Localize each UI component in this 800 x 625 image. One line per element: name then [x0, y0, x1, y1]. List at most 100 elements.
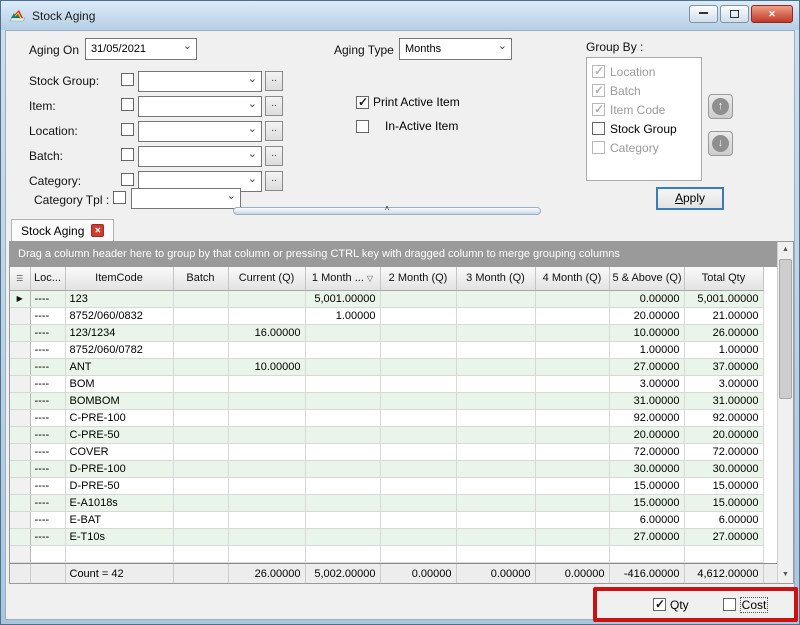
cell-m4[interactable] [535, 494, 609, 511]
cell-m4[interactable] [535, 392, 609, 409]
cell-batch[interactable] [173, 477, 228, 494]
cell-m1[interactable] [305, 341, 380, 358]
cell-m2[interactable] [380, 290, 456, 307]
cell-item[interactable]: BOM [65, 375, 173, 392]
scroll-down-icon[interactable]: ▼ [778, 567, 793, 583]
col-header-2-month-q[interactable]: 2 Month (Q) [380, 267, 456, 290]
cell-m1[interactable] [305, 392, 380, 409]
cell-item[interactable]: D-PRE-50 [65, 477, 173, 494]
table-row[interactable]: ----E-BAT6.000006.00000 [10, 511, 763, 528]
cell-m4[interactable] [535, 528, 609, 545]
cell-above[interactable]: 15.00000 [609, 477, 684, 494]
cell-m2[interactable] [380, 307, 456, 324]
cell-batch[interactable] [173, 511, 228, 528]
cell-batch[interactable] [173, 494, 228, 511]
cell-m1[interactable] [305, 460, 380, 477]
cell-m3[interactable] [456, 477, 535, 494]
table-row[interactable]: ----COVER72.0000072.00000 [10, 443, 763, 460]
cell-total[interactable]: 5,001.00000 [684, 290, 763, 307]
qty-option[interactable]: Qty [653, 598, 689, 612]
cell-item[interactable]: COVER [65, 443, 173, 460]
cell-m3[interactable] [456, 375, 535, 392]
table-row[interactable]: ----E-T10s27.0000027.00000 [10, 528, 763, 545]
group-by-drop-area[interactable]: Drag a column header here to group by th… [10, 242, 777, 267]
location-checkbox[interactable] [121, 123, 134, 136]
cell-m4[interactable] [535, 290, 609, 307]
cell-current[interactable]: 16.00000 [228, 324, 305, 341]
cell-above[interactable]: 20.00000 [609, 307, 684, 324]
cell-m3[interactable] [456, 324, 535, 341]
item-checkbox[interactable] [121, 98, 134, 111]
category-tpl-checkbox[interactable] [113, 191, 126, 204]
batch-combobox[interactable]: ⌄ [138, 146, 262, 167]
cell-batch[interactable] [173, 290, 228, 307]
cell-m4[interactable] [535, 375, 609, 392]
cell-above[interactable]: 92.00000 [609, 409, 684, 426]
cell-m4[interactable] [535, 324, 609, 341]
cell-m1[interactable] [305, 375, 380, 392]
cell-item[interactable]: D-PRE-100 [65, 460, 173, 477]
cell-m4[interactable] [535, 477, 609, 494]
cell-m1[interactable] [305, 426, 380, 443]
cell-item[interactable]: C-PRE-50 [65, 426, 173, 443]
col-header-batch[interactable]: Batch [173, 267, 228, 290]
col-header-total-qty[interactable]: Total Qty [684, 267, 763, 290]
table-row[interactable]: ----C-PRE-5020.0000020.00000 [10, 426, 763, 443]
aging-type-combobox[interactable]: Months ⌄ [399, 38, 512, 60]
cell-loc[interactable]: ---- [30, 443, 65, 460]
cell-total[interactable]: 92.00000 [684, 409, 763, 426]
col-header-itemcode[interactable]: ItemCode [65, 267, 173, 290]
cell-current[interactable] [228, 426, 305, 443]
col-header-3-month-q[interactable]: 3 Month (Q) [456, 267, 535, 290]
tab-stock-aging[interactable]: Stock Aging ✕ [11, 219, 114, 241]
table-row[interactable]: ----D-PRE-5015.0000015.00000 [10, 477, 763, 494]
vertical-scrollbar[interactable]: ▲ ▼ [777, 242, 793, 583]
cell-m3[interactable] [456, 358, 535, 375]
cell-loc[interactable]: ---- [30, 426, 65, 443]
cell-current[interactable] [228, 477, 305, 494]
cell-total[interactable]: 72.00000 [684, 443, 763, 460]
cell-above[interactable]: 10.00000 [609, 324, 684, 341]
cell-item[interactable]: C-PRE-100 [65, 409, 173, 426]
category-checkbox[interactable] [121, 173, 134, 186]
cell-batch[interactable] [173, 528, 228, 545]
cell-m2[interactable] [380, 460, 456, 477]
stock-group-combobox[interactable]: ⌄ [138, 71, 262, 92]
cell-above[interactable]: 15.00000 [609, 494, 684, 511]
cell-m4[interactable] [535, 460, 609, 477]
cell-m1[interactable] [305, 324, 380, 341]
cell-total[interactable]: 1.00000 [684, 341, 763, 358]
cell-batch[interactable] [173, 392, 228, 409]
cell-m3[interactable] [456, 460, 535, 477]
inactive-checkbox[interactable] [356, 120, 369, 133]
cell-above[interactable]: 3.00000 [609, 375, 684, 392]
cell-m1[interactable]: 5,001.00000 [305, 290, 380, 307]
cell-batch[interactable] [173, 341, 228, 358]
cell-m1[interactable] [305, 409, 380, 426]
cell-current[interactable]: 10.00000 [228, 358, 305, 375]
tab-close-icon[interactable]: ✕ [91, 224, 104, 237]
cell-m2[interactable] [380, 409, 456, 426]
close-button[interactable]: ✕ [751, 5, 793, 23]
table-row[interactable]: ----BOMBOM31.0000031.00000 [10, 392, 763, 409]
cell-m2[interactable] [380, 375, 456, 392]
item-combobox[interactable]: ⌄ [138, 96, 262, 117]
cell-m2[interactable] [380, 341, 456, 358]
title-bar[interactable]: Stock Aging ✕ [1, 1, 799, 30]
cell-m2[interactable] [380, 324, 456, 341]
cell-loc[interactable]: ---- [30, 477, 65, 494]
move-down-button[interactable]: ↓ [708, 131, 733, 156]
stock-group-browse-button[interactable]: .. [265, 71, 283, 91]
cell-loc[interactable]: ---- [30, 528, 65, 545]
stock-group-checkbox[interactable] [592, 122, 605, 135]
cell-item[interactable]: ANT [65, 358, 173, 375]
col-header-current-q[interactable]: Current (Q) [228, 267, 305, 290]
cell-m2[interactable] [380, 528, 456, 545]
inactive-item-option[interactable]: In-Active Item [356, 119, 458, 133]
table-row[interactable]: ▶----1235,001.000000.000005,001.00000 [10, 290, 763, 307]
batch-checkbox[interactable] [121, 148, 134, 161]
col-header-1-month[interactable]: 1 Month ...▽ [305, 267, 380, 290]
table-row[interactable]: ----E-A1018s15.0000015.00000 [10, 494, 763, 511]
col-header-4-month-q[interactable]: 4 Month (Q) [535, 267, 609, 290]
cell-current[interactable] [228, 375, 305, 392]
